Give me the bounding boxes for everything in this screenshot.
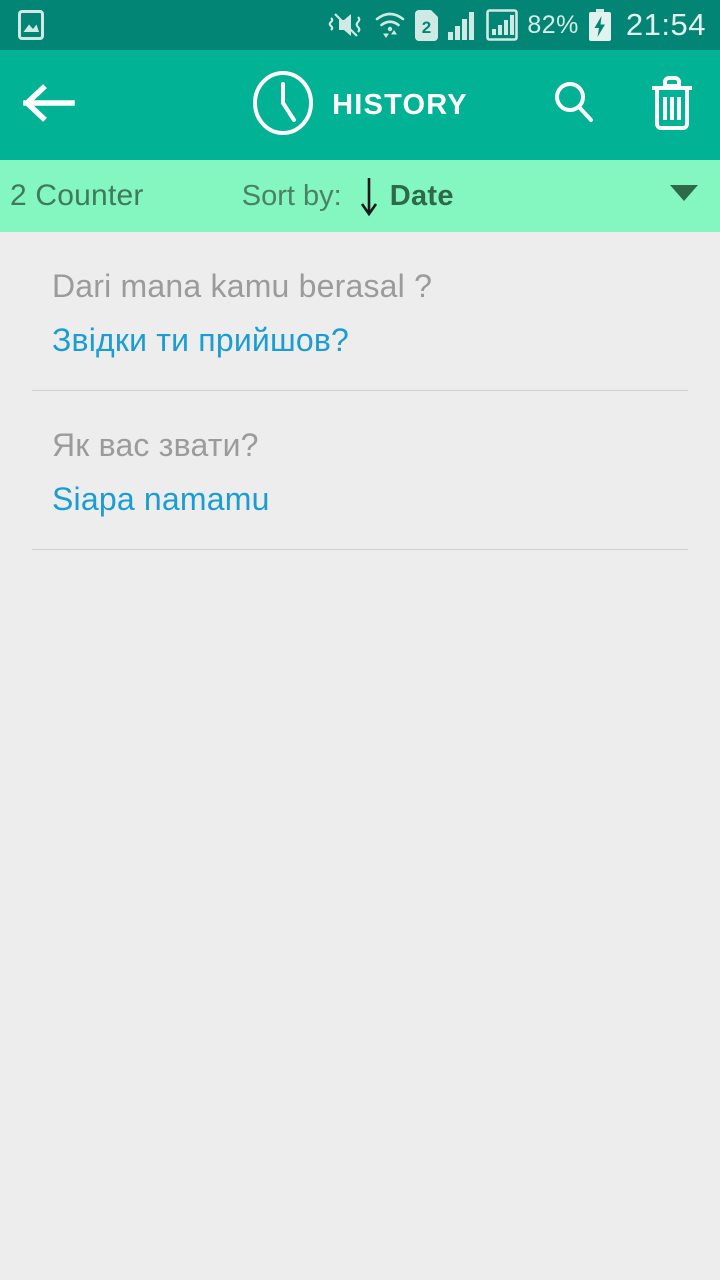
history-item-target-text: Siapa namamu <box>52 481 270 517</box>
search-button[interactable] <box>552 80 596 131</box>
app-bar: HISTORY <box>0 50 720 160</box>
status-bar-left-icons <box>18 10 44 40</box>
page-title: HISTORY <box>332 88 468 121</box>
history-list: Dari mana kamu berasal ? Звідки ти прийш… <box>0 232 720 550</box>
history-item-source-text: Dari mana kamu berasal ? <box>52 268 433 304</box>
history-item[interactable]: Як вас звати? Siapa namamu <box>0 391 720 550</box>
sort-control[interactable]: Sort by: Date <box>242 175 454 217</box>
svg-text:2: 2 <box>422 18 431 37</box>
mute-vibrate-icon <box>327 9 365 41</box>
counter-label: 2 Counter <box>10 179 144 212</box>
sort-bar: 2 Counter Sort by: Date <box>0 160 720 232</box>
gallery-image-icon <box>18 10 44 40</box>
battery-percent-label: 82% <box>527 10 579 39</box>
history-item[interactable]: Dari mana kamu berasal ? Звідки ти прийш… <box>0 232 720 391</box>
arrow-left-icon <box>22 83 78 128</box>
list-divider <box>32 549 688 550</box>
signal-bars-sim1-icon <box>447 10 477 41</box>
app-bar-actions <box>552 75 696 136</box>
signal-bars-sim2-icon <box>486 9 519 41</box>
back-button[interactable] <box>22 83 84 128</box>
sort-dropdown-button[interactable] <box>552 184 698 208</box>
history-item-source-text: Як вас звати? <box>52 427 259 463</box>
status-bar-clock: 21:54 <box>625 7 706 42</box>
history-item-target-text: Звідки ти прийшов? <box>52 322 350 358</box>
status-bar: 2 82% 21:54 <box>0 0 720 50</box>
clock-icon <box>252 70 314 141</box>
delete-all-button[interactable] <box>648 75 696 136</box>
sort-by-label: Sort by: <box>241 179 342 212</box>
sort-value-label: Date <box>389 179 454 212</box>
sim-2-icon: 2 <box>415 9 439 41</box>
wifi-data-transfer-icon <box>374 9 406 41</box>
trash-icon <box>648 75 696 135</box>
arrow-down-icon[interactable] <box>358 175 380 217</box>
battery-charging-icon <box>588 9 612 41</box>
chevron-down-icon <box>670 184 698 208</box>
status-bar-right-icons: 2 82% 21:54 <box>327 7 706 43</box>
search-icon <box>552 81 596 130</box>
